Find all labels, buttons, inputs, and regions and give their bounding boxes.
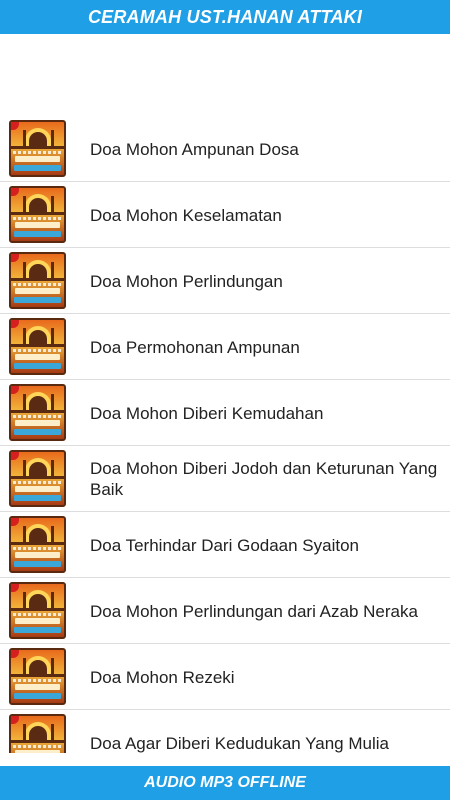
list-item-title: Doa Terhindar Dari Godaan Syaiton [90,535,360,555]
list-item-title: Doa Mohon Perlindungan [90,271,283,291]
list-item-title: Doa Mohon Perlindungan dari Azab Neraka [90,601,418,621]
footer-label: AUDIO MP3 OFFLINE [144,774,306,791]
list-item[interactable]: Doa Mohon Diberi Kemudahan [0,380,450,446]
list-item-title: Doa Mohon Diberi Jodoh dan Keturunan Yan… [90,459,438,499]
app-title: CERAMAH UST.HANAN ATTAKI [87,6,363,27]
list-item-title: Doa Mohon Diberi Kemudahan [90,403,324,423]
mosque-album-art-icon [9,582,66,639]
list-item-title: Doa Mohon Ampunan Dosa [90,139,299,159]
list-item[interactable]: Doa Agar Diberi Kedudukan Yang Mulia [0,710,450,753]
mosque-album-art-icon [9,450,66,507]
list-item-title: Doa Permohonan Ampunan [90,337,300,357]
audio-list: Doa Mohon Ampunan Dosa Doa Mohon Keselam… [0,116,450,753]
list-item[interactable]: Doa Terhindar Dari Godaan Syaiton [0,512,450,578]
list-item[interactable]: Doa Mohon Keselamatan [0,182,450,248]
list-item[interactable]: Doa Mohon Perlindungan dari Azab Neraka [0,578,450,644]
mosque-album-art-icon [9,516,66,573]
mosque-album-art-icon [9,186,66,243]
list-item-title: Doa Agar Diberi Kedudukan Yang Mulia [90,733,389,753]
list-item[interactable]: Doa Mohon Rezeki [0,644,450,710]
list-item[interactable]: Doa Mohon Ampunan Dosa [0,116,450,182]
list-item[interactable]: Doa Mohon Perlindungan [0,248,450,314]
list-item[interactable]: Doa Mohon Diberi Jodoh dan Keturunan Yan… [0,446,450,512]
footer-banner[interactable]: AUDIO MP3 OFFLINE [0,766,450,800]
list-item-title: Doa Mohon Rezeki [90,667,235,687]
mosque-album-art-icon [9,252,66,309]
list-item-title: Doa Mohon Keselamatan [90,205,282,225]
list-item[interactable]: Doa Permohonan Ampunan [0,314,450,380]
app-title-bar: CERAMAH UST.HANAN ATTAKI [0,0,450,34]
mosque-album-art-icon [9,120,66,177]
mosque-album-art-icon [9,714,66,753]
mosque-album-art-icon [9,384,66,441]
mosque-album-art-icon [9,648,66,705]
mosque-album-art-icon [9,318,66,375]
